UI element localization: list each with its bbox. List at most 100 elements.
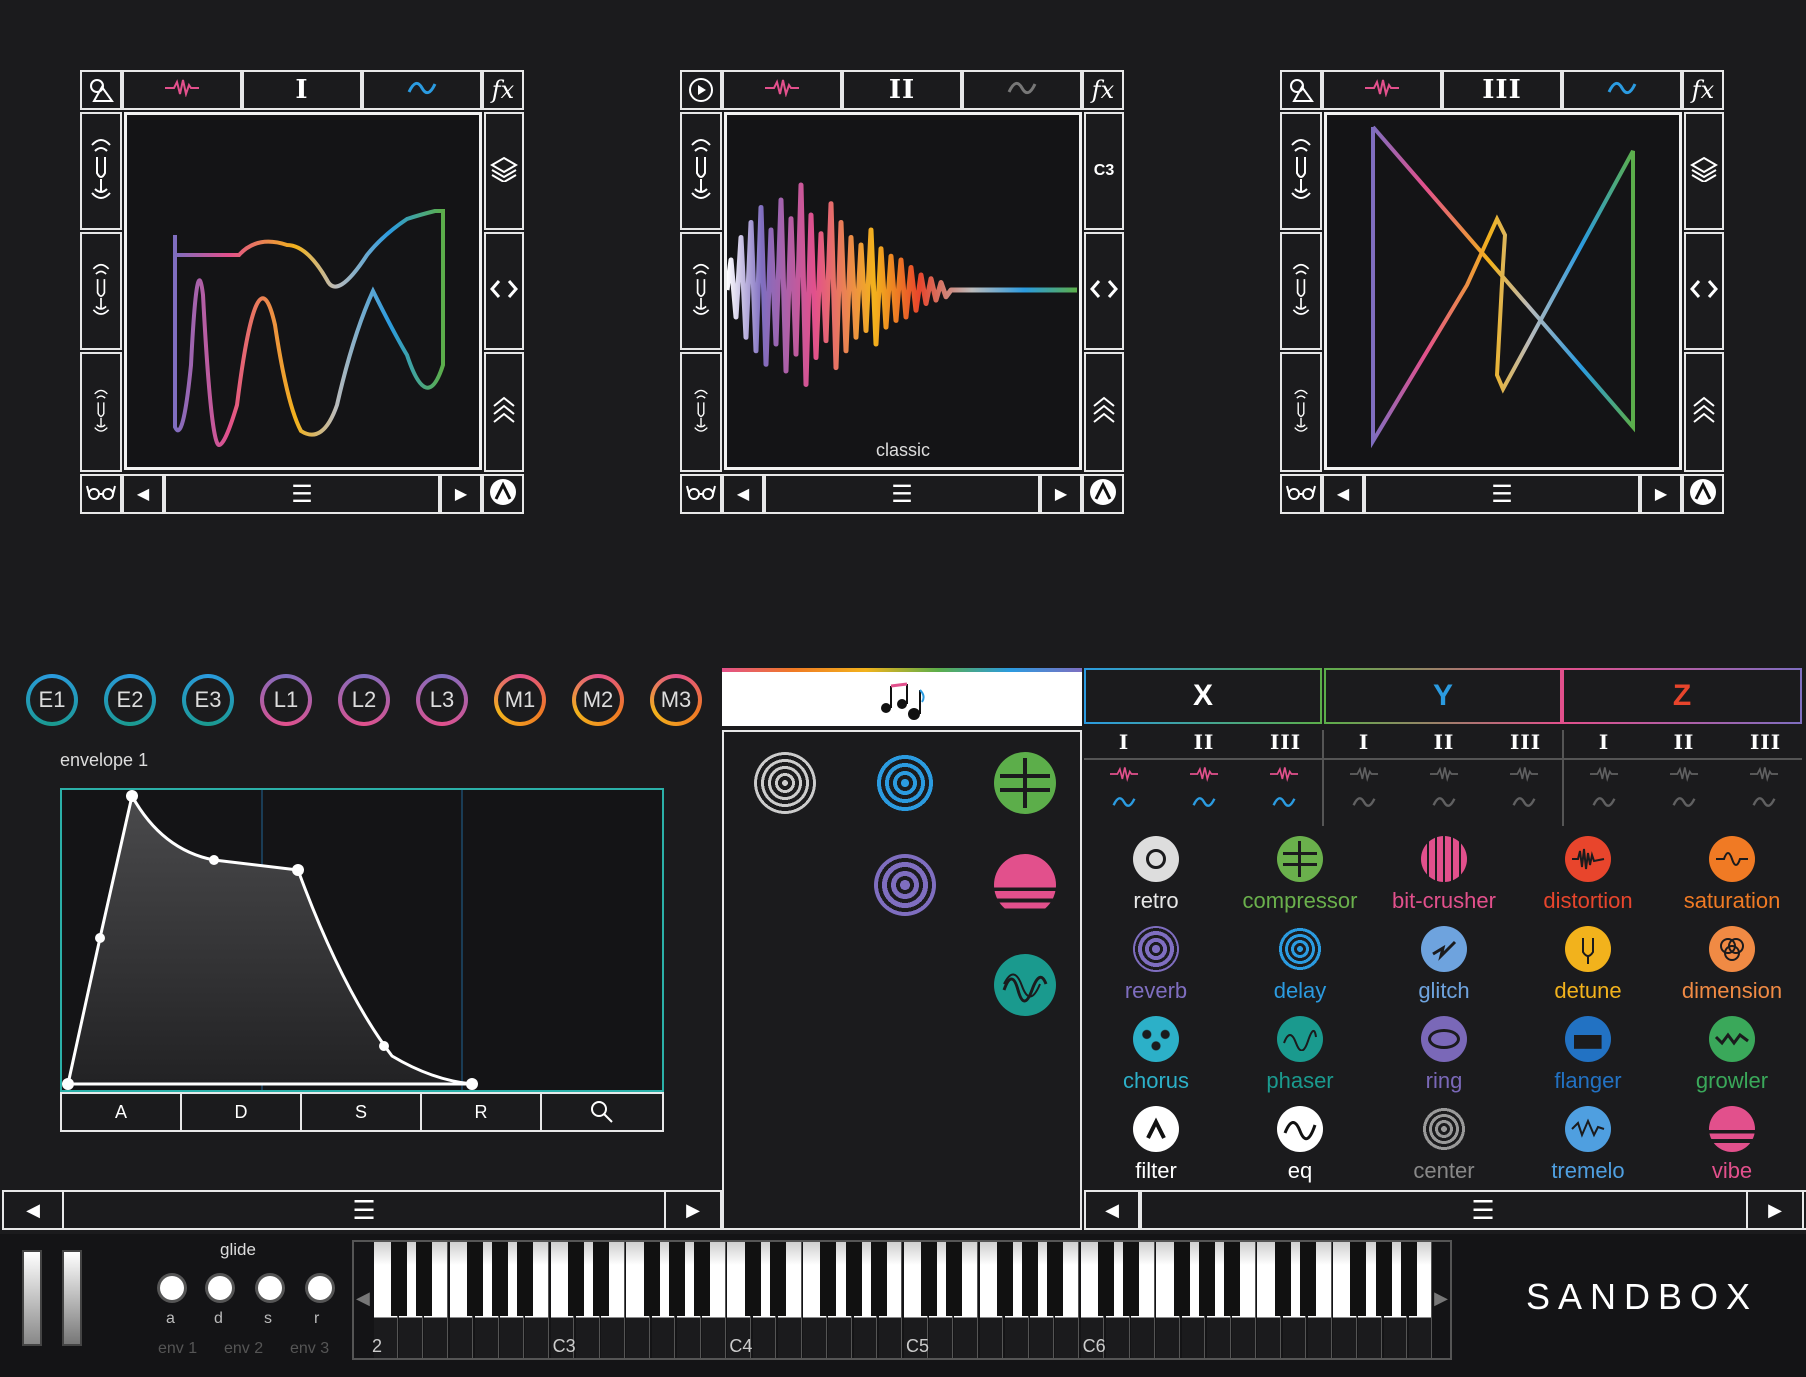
prev-button[interactable]: ◀	[1084, 1190, 1140, 1230]
next-preset-button[interactable]: ▶	[1640, 474, 1682, 514]
spread-button[interactable]	[1084, 232, 1124, 350]
black-key[interactable]	[769, 1242, 786, 1316]
menu-button[interactable]: ☰	[1140, 1190, 1806, 1230]
tab-release[interactable]: R	[420, 1092, 542, 1132]
routing-wave-icon[interactable]	[1190, 766, 1218, 787]
axis-z-tab[interactable]: Z	[1562, 668, 1802, 724]
routing-sine-icon[interactable]	[1112, 794, 1136, 815]
fx-distortion[interactable]: distortion	[1516, 836, 1660, 914]
osc-number-tab[interactable]: I	[242, 70, 362, 110]
tuning-fork-button[interactable]	[680, 232, 722, 350]
black-key[interactable]	[921, 1242, 938, 1316]
osc-number-tab[interactable]: II	[842, 70, 962, 110]
mod-l1[interactable]: L1	[260, 674, 312, 726]
tuning-fork-button[interactable]	[1280, 232, 1322, 350]
black-key[interactable]	[1375, 1242, 1392, 1316]
black-key[interactable]	[1173, 1242, 1190, 1316]
routing-wave-icon[interactable]	[1510, 766, 1538, 787]
pitch-wheel[interactable]	[22, 1250, 42, 1346]
routing-wave-icon[interactable]	[1590, 766, 1618, 787]
tab-sustain[interactable]: S	[300, 1092, 422, 1132]
black-key[interactable]	[996, 1242, 1013, 1316]
view-button[interactable]	[80, 474, 122, 514]
routing-sine-icon[interactable]	[1672, 794, 1696, 815]
wave-display[interactable]: classic	[724, 112, 1082, 470]
fx-button[interactable]: fx	[1082, 70, 1124, 110]
mod-e2[interactable]: E2	[104, 674, 156, 726]
knob-sustain[interactable]	[258, 1276, 282, 1300]
wave-display[interactable]	[124, 112, 482, 470]
black-key[interactable]	[820, 1242, 837, 1316]
envelope-graph[interactable]	[60, 788, 664, 1092]
fx-retro[interactable]: retro	[1084, 836, 1228, 914]
fx-growler[interactable]: growler	[1660, 1016, 1804, 1094]
fx-delay[interactable]: delay	[1228, 926, 1372, 1004]
next-preset-button[interactable]: ▶	[1040, 474, 1082, 514]
routing-sine-icon[interactable]	[1592, 794, 1616, 815]
next-preset-button[interactable]: ▶	[440, 474, 482, 514]
routing-sine-icon[interactable]	[1512, 794, 1536, 815]
octave-button[interactable]: C3	[1084, 112, 1124, 230]
routing-sine-icon[interactable]	[1432, 794, 1456, 815]
fx-button[interactable]: fx	[482, 70, 524, 110]
fx-vibe[interactable]: vibe	[1660, 1106, 1804, 1184]
fx-tremelo[interactable]: tremelo	[1516, 1106, 1660, 1184]
routing-wave-icon[interactable]	[1750, 766, 1778, 787]
env-label[interactable]: env 1	[158, 1340, 197, 1358]
axis-y-tab[interactable]: Y	[1324, 668, 1562, 724]
mod-e3[interactable]: E3	[182, 674, 234, 726]
routing-sine-icon[interactable]	[1192, 794, 1216, 815]
black-key[interactable]	[946, 1242, 963, 1316]
shapes-icon[interactable]	[80, 70, 122, 110]
prev-button[interactable]: ◀	[2, 1190, 64, 1230]
fx-filter[interactable]: filter	[1084, 1106, 1228, 1184]
env-point[interactable]	[95, 933, 105, 943]
fx-compressor[interactable]: compressor	[1228, 836, 1372, 914]
env-point[interactable]	[379, 1041, 389, 1051]
spread-button[interactable]	[484, 232, 524, 350]
knob-release[interactable]	[308, 1276, 332, 1300]
fx-flanger[interactable]: flanger	[1516, 1016, 1660, 1094]
fx-button[interactable]: fx	[1682, 70, 1724, 110]
tuning-fork-button[interactable]	[80, 352, 122, 472]
black-key[interactable]	[694, 1242, 711, 1316]
stack-button[interactable]	[1084, 352, 1124, 472]
black-key[interactable]	[492, 1242, 509, 1316]
tuning-fork-button[interactable]	[1280, 112, 1322, 230]
black-key[interactable]	[1198, 1242, 1215, 1316]
mod-m3[interactable]: M3	[650, 674, 702, 726]
next-button[interactable]: ▶	[1746, 1190, 1804, 1230]
black-key[interactable]	[1097, 1242, 1114, 1316]
black-key[interactable]	[466, 1242, 483, 1316]
retro-slot[interactable]	[754, 752, 816, 814]
menu-button[interactable]: ☰	[62, 1190, 666, 1230]
vibe-slot[interactable]	[994, 854, 1056, 916]
routing-sine-icon[interactable]	[1352, 794, 1376, 815]
black-key[interactable]	[1274, 1242, 1291, 1316]
env-point[interactable]	[292, 864, 304, 876]
delay-slot[interactable]	[874, 752, 936, 814]
black-key[interactable]	[567, 1242, 584, 1316]
mod-m1[interactable]: M1	[494, 674, 546, 726]
sine-tab[interactable]	[1562, 70, 1682, 110]
routing-sine-icon[interactable]	[1752, 794, 1776, 815]
black-key[interactable]	[1299, 1242, 1316, 1316]
filter-button[interactable]	[1082, 474, 1124, 514]
reverb-slot[interactable]	[874, 854, 936, 916]
tuning-fork-button[interactable]	[1280, 352, 1322, 472]
fx-dimension[interactable]: dimension	[1660, 926, 1804, 1004]
mod-m2[interactable]: M2	[572, 674, 624, 726]
layers-button[interactable]	[484, 112, 524, 230]
tuning-fork-button[interactable]	[80, 112, 122, 230]
view-button[interactable]	[680, 474, 722, 514]
mod-wheel[interactable]	[62, 1250, 82, 1346]
fx-phaser[interactable]: phaser	[1228, 1016, 1372, 1094]
stack-button[interactable]	[484, 352, 524, 472]
prev-preset-button[interactable]: ◀	[122, 474, 164, 514]
stack-button[interactable]	[1684, 352, 1724, 472]
waveform-tab[interactable]	[122, 70, 242, 110]
wave-display[interactable]	[1324, 112, 1682, 470]
fx-chorus[interactable]: chorus	[1084, 1016, 1228, 1094]
routing-wave-icon[interactable]	[1670, 766, 1698, 787]
env-point[interactable]	[209, 855, 219, 865]
